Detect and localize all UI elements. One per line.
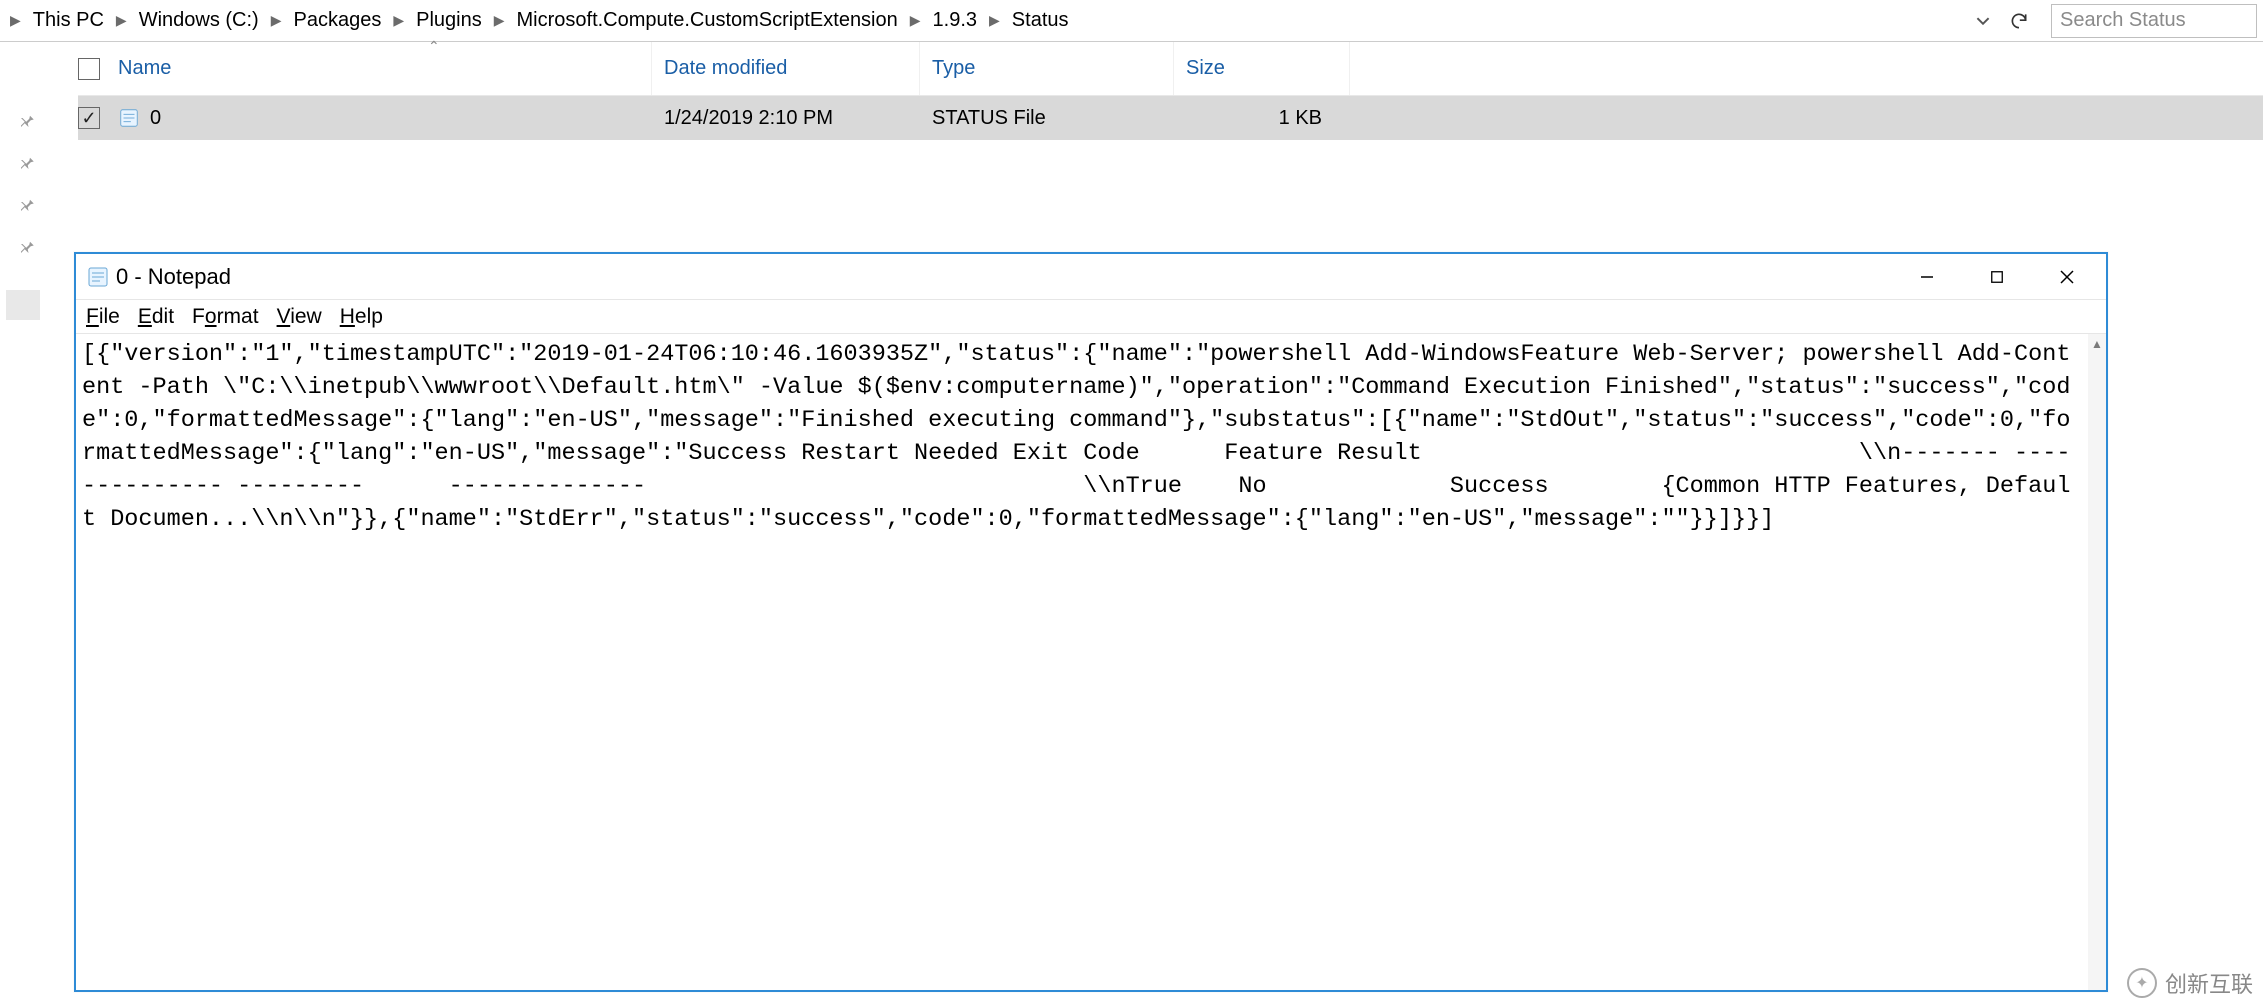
column-header-date[interactable]: Date modified <box>652 42 920 95</box>
watermark-text: 创新互联 <box>2165 967 2253 999</box>
menubar: File Edit Format View Help <box>76 300 2106 334</box>
cell-name: 0 <box>78 107 652 130</box>
menu-help[interactable]: Help <box>340 305 383 329</box>
watermark: ✦ 创新互联 <box>2127 967 2253 999</box>
menu-file[interactable]: File <box>86 305 120 329</box>
breadcrumb-item[interactable]: This PC <box>27 0 110 41</box>
menu-format[interactable]: Format <box>192 305 259 329</box>
chevron-right-icon[interactable]: ▶ <box>904 0 927 41</box>
close-button[interactable] <box>2032 258 2102 296</box>
pin-icon[interactable] <box>0 184 54 226</box>
chevron-right-icon[interactable]: ▶ <box>4 0 27 41</box>
breadcrumb: ▶ This PC ▶ Windows (C:) ▶ Packages ▶ Pl… <box>0 0 1961 41</box>
column-label: Name <box>118 57 171 80</box>
pin-icon[interactable] <box>0 100 54 142</box>
watermark-icon: ✦ <box>2127 968 2157 998</box>
breadcrumb-item[interactable]: Microsoft.Compute.CustomScriptExtension <box>511 0 904 41</box>
editor-area: ▲ <box>76 334 2106 990</box>
breadcrumb-item[interactable]: 1.9.3 <box>927 0 983 41</box>
titlebar[interactable]: 0 - Notepad <box>76 254 2106 300</box>
nav-item-placeholder[interactable] <box>6 290 40 320</box>
search-input[interactable] <box>2060 9 2248 32</box>
scroll-up-icon[interactable]: ▲ <box>2088 334 2106 354</box>
text-content[interactable] <box>78 336 2088 990</box>
cell-type: STATUS File <box>920 107 1174 130</box>
file-name: 0 <box>150 107 161 130</box>
vertical-scrollbar[interactable]: ▲ <box>2088 334 2106 990</box>
file-row[interactable]: 0 1/24/2019 2:10 PM STATUS File 1 KB <box>78 96 2263 140</box>
cell-size: 1 KB <box>1174 107 1350 130</box>
refresh-icon[interactable] <box>2007 9 2031 33</box>
breadcrumb-item[interactable]: Packages <box>287 0 387 41</box>
notepad-icon <box>86 265 110 289</box>
menu-edit[interactable]: Edit <box>138 305 174 329</box>
column-header-type[interactable]: Type <box>920 42 1174 95</box>
history-dropdown-icon[interactable] <box>1971 9 1995 33</box>
address-bar: ▶ This PC ▶ Windows (C:) ▶ Packages ▶ Pl… <box>0 0 2263 42</box>
notepad-window: 0 - Notepad File Edit Format View Help ▲ <box>74 252 2108 992</box>
column-header-size[interactable]: Size <box>1174 42 1350 95</box>
chevron-right-icon[interactable]: ▶ <box>110 0 133 41</box>
status-file-icon <box>118 107 140 129</box>
pin-icon[interactable] <box>0 226 54 268</box>
chevron-right-icon[interactable]: ▶ <box>265 0 288 41</box>
chevron-right-icon[interactable]: ▶ <box>488 0 511 41</box>
column-headers: ⌃ Name Date modified Type Size <box>78 42 2263 96</box>
select-all-checkbox[interactable] <box>78 58 100 80</box>
row-checkbox[interactable] <box>78 107 100 129</box>
minimize-button[interactable] <box>1892 258 1962 296</box>
quick-access-rail <box>0 42 54 1007</box>
maximize-button[interactable] <box>1962 258 2032 296</box>
pin-icon[interactable] <box>0 142 54 184</box>
breadcrumb-item[interactable]: Status <box>1006 0 1075 41</box>
cell-date: 1/24/2019 2:10 PM <box>652 107 920 130</box>
breadcrumb-item[interactable]: Windows (C:) <box>133 0 265 41</box>
menu-view[interactable]: View <box>277 305 322 329</box>
window-title: 0 - Notepad <box>110 264 1892 290</box>
address-actions <box>1961 0 2041 41</box>
column-header-name[interactable]: Name <box>78 42 652 95</box>
breadcrumb-item[interactable]: Plugins <box>410 0 488 41</box>
search-box[interactable] <box>2051 4 2257 38</box>
chevron-right-icon[interactable]: ▶ <box>387 0 410 41</box>
chevron-right-icon[interactable]: ▶ <box>983 0 1006 41</box>
sort-indicator-icon: ⌃ <box>428 38 440 55</box>
